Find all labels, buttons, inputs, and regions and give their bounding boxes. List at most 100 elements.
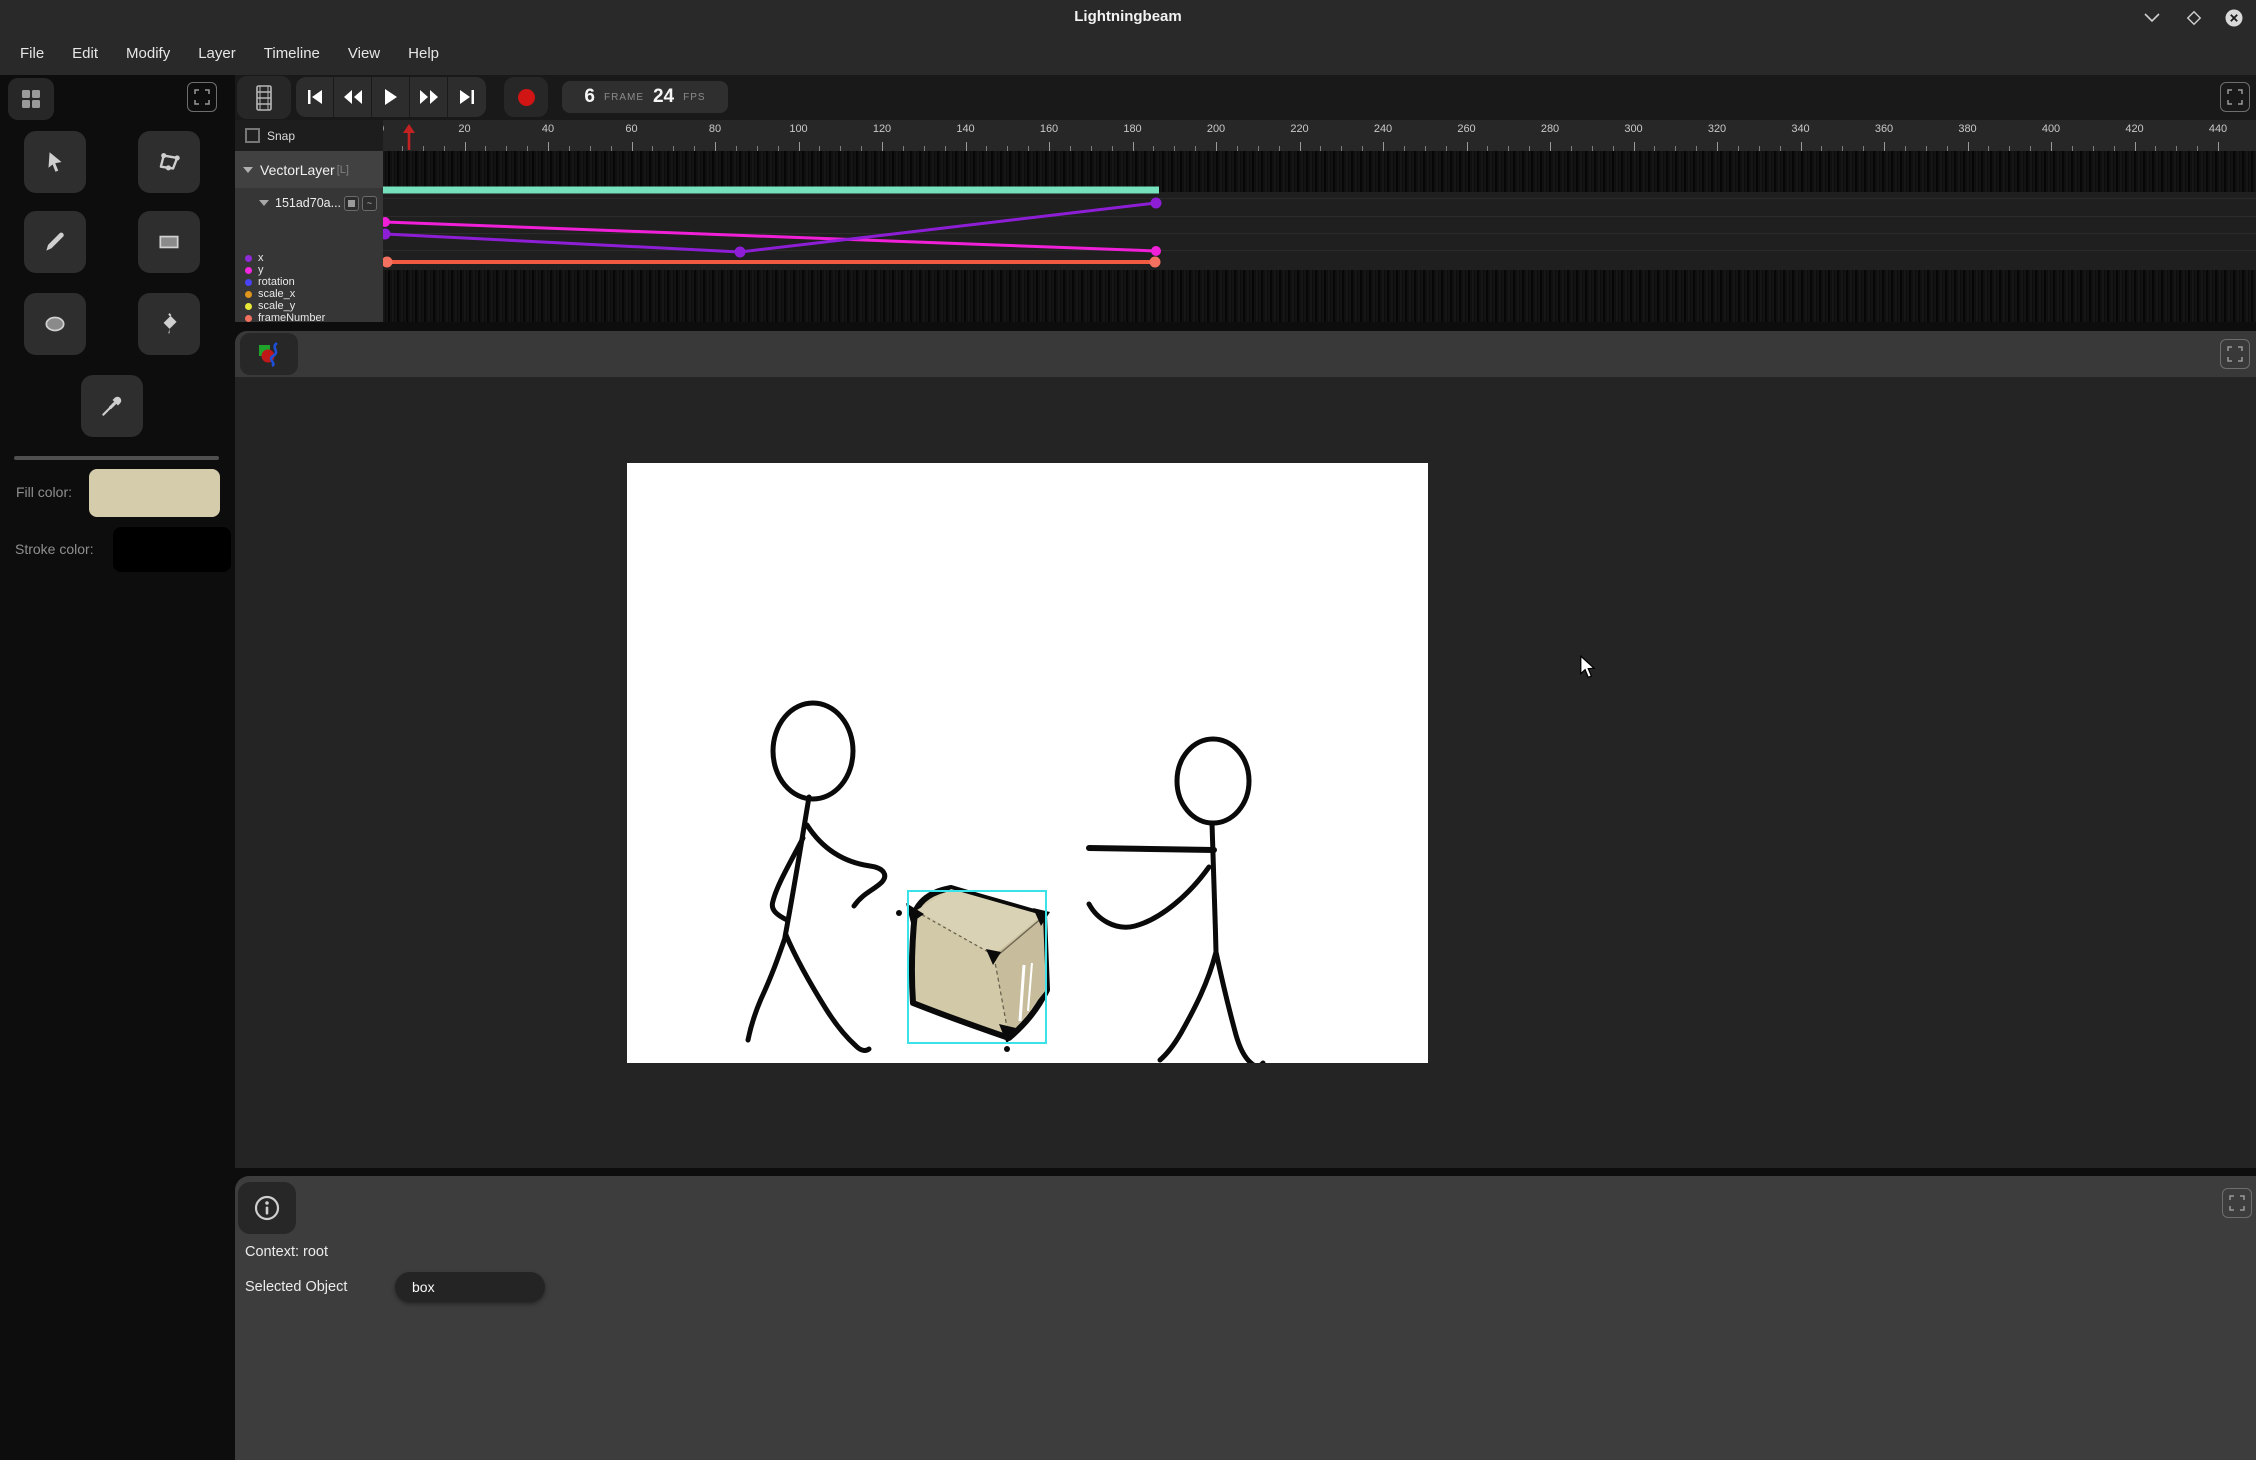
curve-editor-area[interactable]: [383, 192, 2256, 270]
object-section: 151ad70a... ~ xyrotationscale_xscale_yfr…: [235, 188, 383, 322]
playhead[interactable]: [402, 123, 416, 156]
cursor-icon: [42, 149, 68, 175]
cursor-arrow-icon: [1577, 655, 1599, 679]
ruler-tick: [799, 142, 800, 151]
paint-bucket-tool-button[interactable]: [138, 293, 200, 355]
figure-torso: [1212, 823, 1216, 952]
record-button[interactable]: [504, 77, 548, 117]
menu-edit[interactable]: Edit: [58, 32, 112, 75]
ruler-tick: [1717, 142, 1718, 151]
property-color-dot: [245, 267, 252, 274]
layer-frames-strip[interactable]: [383, 151, 2256, 192]
skip-end-button[interactable]: [448, 77, 486, 117]
canvas-header: [235, 331, 2256, 377]
right-stick-figure[interactable]: [1089, 739, 1263, 1063]
property-y[interactable]: y: [235, 264, 383, 276]
ruler-tick: [1634, 142, 1635, 151]
fps-value: 24: [653, 86, 674, 108]
canvas-expand-button[interactable]: [2220, 339, 2250, 369]
layer-row[interactable]: VectorLayer [L]: [235, 151, 383, 188]
info-icon: [254, 1195, 280, 1221]
tools-panel: Fill color: Stroke color:: [0, 75, 233, 1460]
rewind-button[interactable]: [334, 77, 372, 117]
fast-forward-icon: [420, 90, 438, 104]
ruler-label: 100: [789, 123, 807, 135]
left-stick-figure[interactable]: [748, 703, 885, 1050]
diamond-icon: [2185, 9, 2203, 27]
menu-view[interactable]: View: [334, 32, 394, 75]
ruler-tick: [1467, 142, 1468, 151]
info-expand-button[interactable]: [2222, 1188, 2252, 1218]
ruler-label: 200: [1207, 123, 1225, 135]
shapes-button[interactable]: [240, 333, 298, 375]
timeline-expand-button[interactable]: [2220, 82, 2250, 112]
ruler-tick: [548, 142, 549, 151]
close-icon: [2224, 8, 2244, 28]
property-name: x: [258, 252, 264, 264]
eyedropper-tool-button[interactable]: [81, 375, 143, 437]
box-object[interactable]: [899, 888, 1050, 1049]
layer-name: VectorLayer: [260, 162, 335, 178]
ellipse-tool-button[interactable]: [24, 293, 86, 355]
mouse-cursor: [1577, 655, 1599, 684]
pencil-tool-button[interactable]: [24, 211, 86, 273]
play-button[interactable]: [372, 77, 410, 117]
menu-file[interactable]: File: [6, 32, 58, 75]
close-button[interactable]: [2222, 8, 2246, 28]
property-color-dot: [245, 315, 252, 322]
maximize-button[interactable]: [2182, 8, 2206, 28]
property-name: rotation: [258, 276, 295, 288]
fast-forward-button[interactable]: [410, 77, 448, 117]
snap-label: Snap: [267, 129, 295, 143]
ruler-label: 440: [2209, 123, 2227, 135]
snap-checkbox[interactable]: [245, 128, 260, 143]
timeline-ruler[interactable]: 0204060801001201401601802002202402602803…: [235, 120, 2256, 151]
film-button[interactable]: [237, 76, 291, 119]
select-tool-button[interactable]: [24, 131, 86, 193]
object-ease-toggle[interactable]: ~: [362, 196, 377, 211]
info-button[interactable]: [238, 1182, 296, 1234]
ruler-label: 220: [1290, 123, 1308, 135]
property-color-dot: [245, 291, 252, 298]
minimize-button[interactable]: [2140, 8, 2164, 28]
ruler-tick: [1216, 142, 1217, 151]
collapse-triangle-icon[interactable]: [259, 200, 269, 206]
canvas-area[interactable]: [235, 377, 2256, 1168]
menu-modify[interactable]: Modify: [112, 32, 184, 75]
object-id: 151ad70a...: [275, 196, 341, 210]
rectangle-icon: [156, 229, 182, 255]
property-frameNumber[interactable]: frameNumber: [235, 312, 383, 322]
fill-color-swatch[interactable]: [89, 469, 220, 517]
selected-object-field[interactable]: box: [395, 1272, 545, 1302]
panel-grid-button[interactable]: [8, 78, 54, 120]
shapes-icon: [255, 340, 283, 368]
property-scale_x[interactable]: scale_x: [235, 288, 383, 300]
frame-fps-display[interactable]: 6 FRAME 24 FPS: [562, 81, 728, 113]
collapse-triangle-icon[interactable]: [243, 167, 253, 173]
transform-icon: [155, 148, 183, 176]
menu-help[interactable]: Help: [394, 32, 453, 75]
figure-head: [1177, 739, 1249, 823]
menu-layer[interactable]: Layer: [184, 32, 250, 75]
context-text: Context: root: [245, 1244, 328, 1260]
timeline-left-column: Snap VectorLayer [L] 151ad70a... ~ xyrot…: [235, 120, 383, 322]
stage[interactable]: [627, 463, 1428, 1063]
stroke-color-swatch[interactable]: [113, 527, 231, 572]
menu-timeline[interactable]: Timeline: [250, 32, 334, 75]
tools-expand-button[interactable]: [187, 82, 217, 112]
fps-unit-label: FPS: [683, 92, 705, 103]
selected-object-value: box: [412, 1279, 435, 1295]
transform-tool-button[interactable]: [138, 131, 200, 193]
object-solid-toggle[interactable]: [344, 196, 359, 211]
ruler-tick: [465, 142, 466, 151]
object-row[interactable]: 151ad70a... ~: [235, 190, 383, 216]
menu-bar: FileEditModifyLayerTimelineViewHelp: [0, 32, 2256, 75]
property-rotation[interactable]: rotation: [235, 276, 383, 288]
property-scale_y[interactable]: scale_y: [235, 300, 383, 312]
skip-start-button[interactable]: [296, 77, 334, 117]
snap-row: Snap: [235, 120, 383, 151]
property-x[interactable]: x: [235, 252, 383, 264]
rectangle-tool-button[interactable]: [138, 211, 200, 273]
lower-frames-strip[interactable]: [383, 270, 2256, 322]
ellipse-icon: [42, 311, 68, 337]
